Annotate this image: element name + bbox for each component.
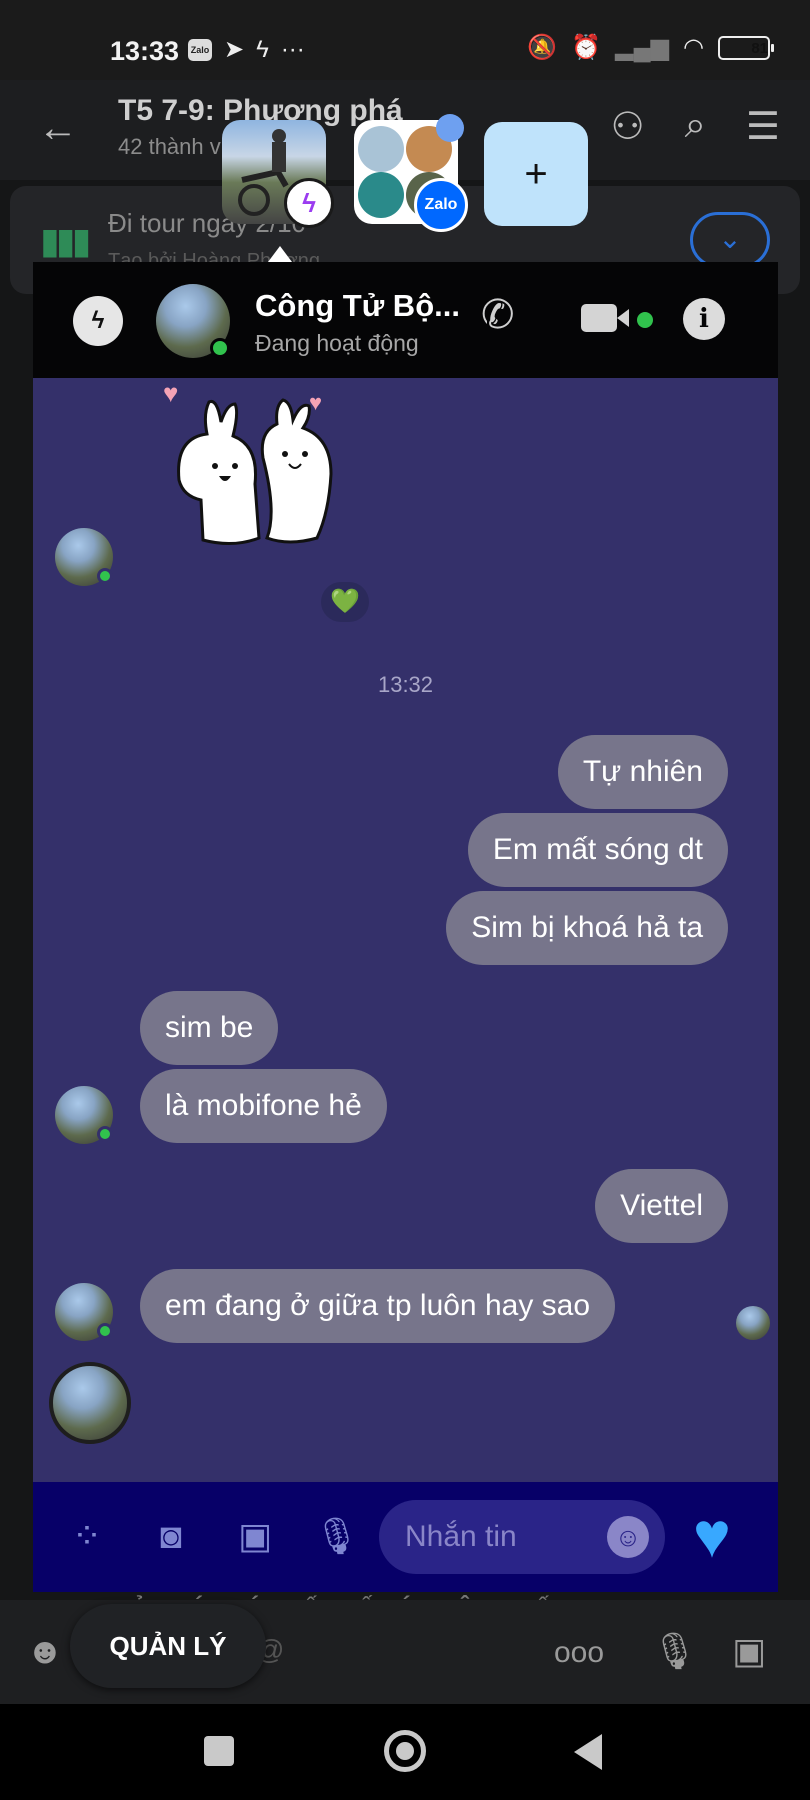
messenger-badge-icon: ϟ [284,178,334,228]
video-online-dot [637,312,653,328]
camera-icon[interactable]: ◙ [147,1512,195,1560]
chat-head-pointer [268,246,292,262]
manage-button[interactable]: QUẢN LÝ [70,1604,266,1688]
battery-icon: 81 [718,36,774,60]
online-indicator [97,568,113,584]
status-time: 13:33 [110,36,180,66]
alarm-icon: ⏰ [571,34,602,61]
image-icon[interactable]: ▣ [732,1630,766,1672]
message-bubble-sent[interactable]: Tự nhiên [557,735,728,809]
video-call-icon[interactable] [581,304,629,332]
phone-call-icon[interactable]: ✆ [481,292,515,338]
floating-chat-head[interactable] [49,1362,131,1444]
more-dots-icon: ··· [280,36,305,63]
message-input[interactable] [379,1500,599,1574]
reaction-badge[interactable]: 💚 [321,582,369,622]
sticker-icon[interactable]: ☻ [26,1630,64,1672]
bunny-sticker[interactable]: ♥ ♥ [163,362,423,592]
emoji-icon[interactable]: ☺ [607,1516,649,1558]
system-icons: 🔕 ⏰ ▂▄▆ ◠ 81 [527,34,774,61]
message-bubble-sent[interactable]: Em mất sóng dt [467,813,728,887]
apps-grid-icon[interactable]: ⁘ [63,1512,111,1560]
more-options-icon[interactable]: ooo [554,1636,604,1670]
online-indicator [210,338,230,358]
home-button[interactable] [384,1730,426,1772]
message-input-wrapper: ☺ [379,1500,665,1574]
bunny-illustration [177,398,333,545]
battery-level: 81 [751,39,768,57]
read-receipt-avatar [736,1306,770,1340]
messenger-logo-icon[interactable]: ϟ [73,296,123,346]
contact-name[interactable]: Công Tử Bộ... [255,288,460,324]
zalo-badge-icon: Zalo [414,178,468,232]
message-composer: ⁘ ◙ ▣ 🎙 ☺ ♥ [33,1482,778,1592]
message-timestamp: 13:32 [377,672,434,697]
message-bubble-sent[interactable]: Sim bị khoá hả ta [446,891,728,965]
telegram-icon: ➤ [224,36,245,63]
recents-button[interactable] [204,1736,234,1766]
info-icon[interactable]: i [683,298,725,340]
heart-send-icon[interactable]: ♥ [693,1500,731,1570]
notification-icons: Zalo ➤ ϟ ··· [188,38,305,62]
group-avatar-3 [358,172,404,218]
voice-icon[interactable]: 🎙 [652,1630,698,1672]
message-bubble-received[interactable]: là mobifone hẻ [140,1069,387,1143]
messenger-icon: ϟ [256,36,269,63]
signal-icon: ▂▄▆ [615,34,670,61]
gallery-icon[interactable]: ▣ [231,1512,279,1560]
microphone-icon[interactable]: 🎙 [313,1512,361,1560]
online-indicator [97,1126,113,1142]
message-bubble-received[interactable]: em đang ở giữa tp luôn hay sao [140,1269,616,1343]
wifi-icon: ◠ [683,34,704,61]
messenger-header: ϟ Công Tử Bộ... Đang hoạt động ✆ i [33,262,778,378]
messenger-chat-window: ϟ Công Tử Bộ... Đang hoạt động ✆ i ♥ ♥ 💚 [33,262,778,1592]
contact-status: Đang hoạt động [255,330,419,356]
bell-off-icon: 🔕 [527,34,558,61]
zalo-icon: Zalo [188,39,212,61]
message-bubble-sent[interactable]: Viettel [595,1169,728,1243]
back-button[interactable] [574,1734,602,1770]
chat-heads-bar: ϟ Zalo + [0,114,810,232]
unread-dot [436,114,464,142]
add-chat-head-button[interactable]: + [484,122,588,226]
online-indicator [97,1323,113,1339]
system-navigation-bar [0,1704,810,1800]
group-avatar-1 [358,126,404,172]
message-bubble-received[interactable]: sim be [140,991,279,1065]
